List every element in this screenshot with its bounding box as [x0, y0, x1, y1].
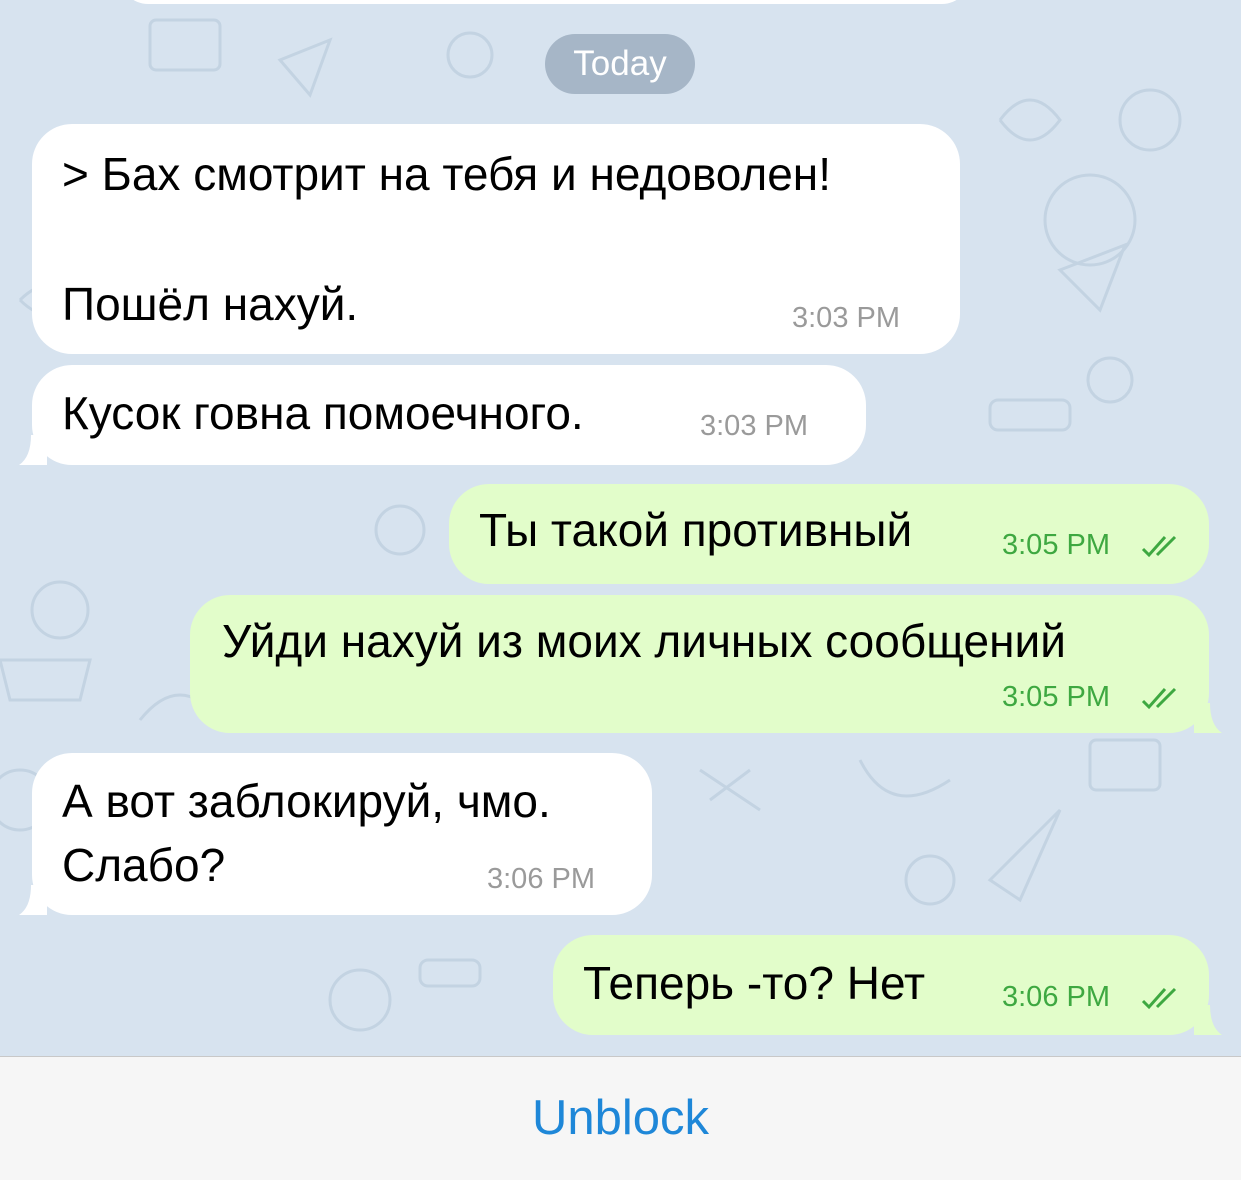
- bubble-tail: [19, 885, 47, 915]
- double-check-icon: [1141, 535, 1177, 558]
- bottom-bar: Unblock: [0, 1056, 1241, 1180]
- chat-area[interactable]: Today > Бах смотрит на тебя и недоволен!…: [0, 0, 1241, 1056]
- message-time: 3:03 PM: [700, 410, 808, 442]
- double-check-icon: [1141, 687, 1177, 710]
- message-text-line: Слабо?: [62, 839, 226, 891]
- message-outgoing[interactable]: Теперь -то? Нет 3:06 PM: [553, 935, 1222, 1035]
- bubble-tail: [19, 435, 47, 465]
- message-time: 3:05 PM: [1002, 529, 1110, 561]
- message-text: Кусок говна помоечного.: [62, 387, 584, 439]
- previous-message-edge: [120, 0, 970, 4]
- message-time: 3:06 PM: [487, 863, 595, 895]
- message-incoming[interactable]: Кусок говна помоечного. 3:03 PM: [19, 365, 866, 465]
- message-text-line: Пошёл нахуй.: [62, 278, 359, 330]
- message-outgoing[interactable]: Ты такой противный 3:05 PM: [449, 484, 1209, 584]
- message-text: Уйди нахуй из моих личных сообщений: [222, 615, 1066, 667]
- double-check-icon: [1141, 987, 1177, 1010]
- message-time: 3:03 PM: [792, 302, 900, 334]
- bubble-tail: [1194, 703, 1222, 733]
- bubble-tail: [1194, 1005, 1222, 1035]
- unblock-button[interactable]: Unblock: [0, 1057, 1241, 1180]
- message-text: Ты такой противный: [479, 504, 913, 556]
- message-incoming[interactable]: А вот заблокируй, чмо. Слабо? 3:06 PM: [19, 753, 652, 915]
- message-text-line: А вот заблокируй, чмо.: [62, 775, 551, 827]
- date-separator: Today: [545, 34, 695, 94]
- message-time: 3:05 PM: [1002, 681, 1110, 713]
- message-text: Теперь -то? Нет: [583, 957, 926, 1009]
- message-outgoing[interactable]: Уйди нахуй из моих личных сообщений 3:05…: [190, 595, 1222, 733]
- message-incoming[interactable]: > Бах смотрит на тебя и недоволен! Пошёл…: [32, 124, 960, 354]
- message-time: 3:06 PM: [1002, 981, 1110, 1013]
- message-text-line: > Бах смотрит на тебя и недоволен!: [62, 148, 831, 200]
